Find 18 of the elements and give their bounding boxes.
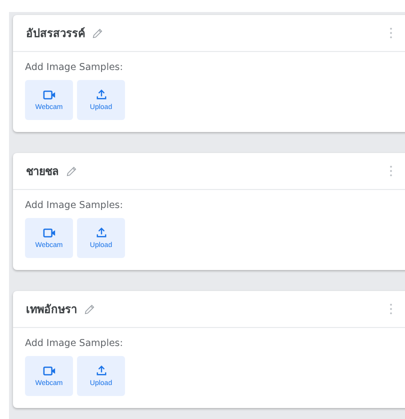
class-name: เทพอักษรา — [26, 302, 77, 318]
pencil-icon[interactable] — [84, 304, 95, 314]
more-icon[interactable] — [389, 27, 393, 39]
video-camera-icon — [42, 366, 56, 376]
upload-icon — [96, 227, 106, 238]
class-name: ชายชล — [26, 164, 59, 180]
more-icon[interactable] — [389, 303, 393, 315]
samples-label: Add Image Samples: — [25, 338, 124, 349]
samples-label: Add Image Samples: — [25, 200, 124, 211]
pencil-icon[interactable] — [92, 28, 103, 38]
video-camera-icon — [42, 228, 56, 238]
video-camera-icon — [42, 90, 56, 100]
samples-label: Add Image Samples: — [25, 62, 124, 73]
more-icon[interactable] — [389, 165, 393, 177]
class-name: อัปสรสวรรค์ — [26, 26, 85, 42]
upload-icon — [96, 365, 106, 376]
upload-icon — [96, 89, 106, 100]
pencil-icon[interactable] — [66, 166, 77, 176]
